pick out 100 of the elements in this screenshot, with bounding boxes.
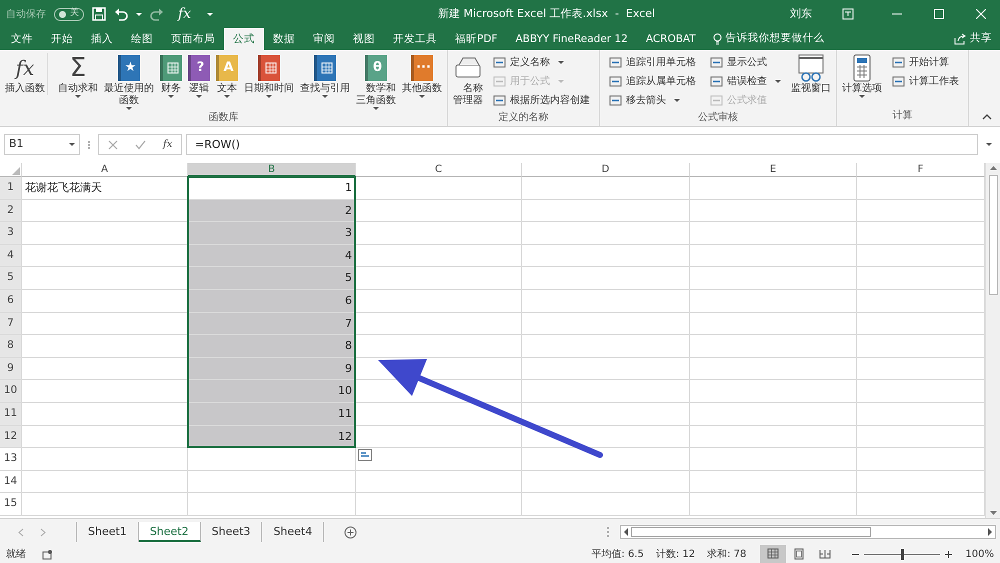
ribbon-button[interactable]: θ 数学和三角函数 [354,53,398,110]
row-header[interactable]: 7 [0,312,22,336]
ribbon-tab[interactable]: 绘图 [122,28,162,50]
ribbon-button[interactable]: 开始计算 [890,53,961,72]
ribbon-button[interactable]: ★ 最近使用的函数 [102,53,156,110]
row-header[interactable]: 6 [0,290,22,313]
column-header[interactable]: D [522,163,690,177]
row-header[interactable]: 2 [0,200,22,222]
scrollbar-thumb[interactable] [631,527,871,537]
row-header[interactable]: 13 [0,448,22,471]
ribbon-button[interactable]: 显示公式 [708,53,783,72]
ribbon-tab[interactable]: 开发工具 [384,28,446,50]
collapse-icon[interactable] [982,113,992,120]
sum-icon: Σ [70,53,86,83]
zoom-in-icon[interactable] [945,550,952,558]
caret-icon [69,143,75,146]
ribbon-button[interactable]: A 文本 [214,53,240,98]
ribbon-button[interactable]: 计算工作表 [890,72,961,91]
row-header[interactable]: 3 [0,222,22,245]
name-box[interactable]: B1 [4,134,80,155]
undo-icon[interactable] [114,7,128,21]
ribbon-tab[interactable]: 页面布局 [162,28,224,50]
ribbon-tab[interactable]: 福昕PDF [446,28,506,50]
table-cell: 5 [188,267,356,290]
row-header[interactable]: 1 [0,177,22,200]
ribbon-tab[interactable]: 公式 [224,28,264,50]
row-header[interactable]: 11 [0,402,22,426]
command-icon [493,75,506,88]
ribbon-button[interactable]: ? 逻辑 [186,53,212,98]
column-header[interactable]: F [857,163,985,177]
ribbon-button[interactable]: 监视窗口 [789,53,833,95]
ribbon-button[interactable]: 错误检查 [708,72,783,91]
ribbon-tab[interactable]: 文件 [2,28,42,50]
insert-function-button[interactable]: fx [178,4,192,24]
book-icon: θ [365,55,387,81]
ribbon-button[interactable]: 名称管理器 [451,53,485,107]
row-header[interactable]: 5 [0,267,22,290]
ribbon-button[interactable]: 根据所选内容创建 [491,91,592,110]
row-header[interactable]: 9 [0,358,22,380]
scroll-right-icon[interactable] [985,526,995,538]
row-header[interactable]: 10 [0,380,22,403]
insert-function-button[interactable]: fx [163,137,172,152]
macro-record-icon[interactable] [42,548,53,560]
ribbon-tab[interactable]: 数据 [264,28,304,50]
row-header[interactable]: 8 [0,335,22,358]
ribbon-button[interactable]: ··· 其他函数 [400,53,444,98]
page-layout-icon [793,548,806,560]
normal-view-button[interactable] [760,545,786,563]
column-header[interactable]: C [356,163,522,177]
ribbon-button[interactable]: 追踪引用单元格 [607,53,698,72]
ribbon-tab[interactable]: 开始 [42,28,82,50]
scrollbar-thumb[interactable] [988,175,998,295]
ribbon-display-icon[interactable] [842,8,854,20]
command-icon [710,56,723,69]
function-icon: fx [16,53,34,83]
row-header[interactable]: 4 [0,244,22,268]
formula-field[interactable]: =ROW() [186,134,978,155]
share-button[interactable]: 共享 [970,31,992,47]
command-icon [892,56,905,69]
sheet-tab[interactable]: Sheet3 [200,522,262,542]
ribbon-tab[interactable]: 插入 [82,28,122,50]
close-icon[interactable] [976,9,986,19]
maximize-icon[interactable] [934,9,944,19]
quick-analysis-icon[interactable] [358,449,372,462]
row-header[interactable]: 14 [0,470,22,494]
book-icon: ★ [118,55,140,81]
ribbon-button[interactable]: 计算选项 [840,53,884,98]
row-header[interactable]: 12 [0,426,22,448]
add-sheet-icon[interactable] [344,526,358,538]
share-icon [954,33,966,45]
user-name[interactable]: 刘东 [790,6,812,22]
save-icon[interactable] [92,7,106,21]
ribbon-tab[interactable]: 视图 [344,28,384,50]
column-header[interactable]: E [690,163,857,177]
column-header[interactable]: B [188,163,356,177]
command-icon [710,94,723,107]
tell-me-search[interactable]: 告诉我你想要做什么 [726,31,825,47]
ribbon-button[interactable]: Σ 自动求和 [56,53,100,98]
ribbon-button[interactable]: 查找与引用 [298,53,352,98]
column-header[interactable]: A [22,163,188,177]
table-cell: 11 [188,402,356,426]
ribbon-tab[interactable]: ACROBAT [636,28,705,50]
zoom-level[interactable]: 100% [965,546,994,562]
page-break-icon [819,548,832,560]
splitter-icon[interactable] [606,526,610,538]
sheet-tab[interactable]: Sheet2 [138,522,201,542]
ribbon-button[interactable]: 追踪从属单元格 [607,72,698,91]
ribbon-button[interactable]: 定义名称 [491,53,592,72]
ribbon-button[interactable]: 移去箭头 [607,91,698,110]
ribbon-tab[interactable]: 审阅 [304,28,344,50]
ribbon-button[interactable]: 财务 [158,53,184,98]
expand-icon [986,143,992,146]
group-label: 定义的名称 [498,110,548,125]
ribbon-button[interactable]: fx 插入函数 [3,53,48,95]
row-header[interactable]: 15 [0,493,22,516]
autosave-label: 自动保存 [6,8,46,22]
autosave-toggle[interactable]: 关 [54,8,84,20]
ribbon-tab[interactable]: ABBYY FineReader 12 [506,28,637,50]
sheet-tab[interactable]: Sheet4 [262,522,324,542]
ribbon-button[interactable]: 日期和时间 [242,53,296,98]
